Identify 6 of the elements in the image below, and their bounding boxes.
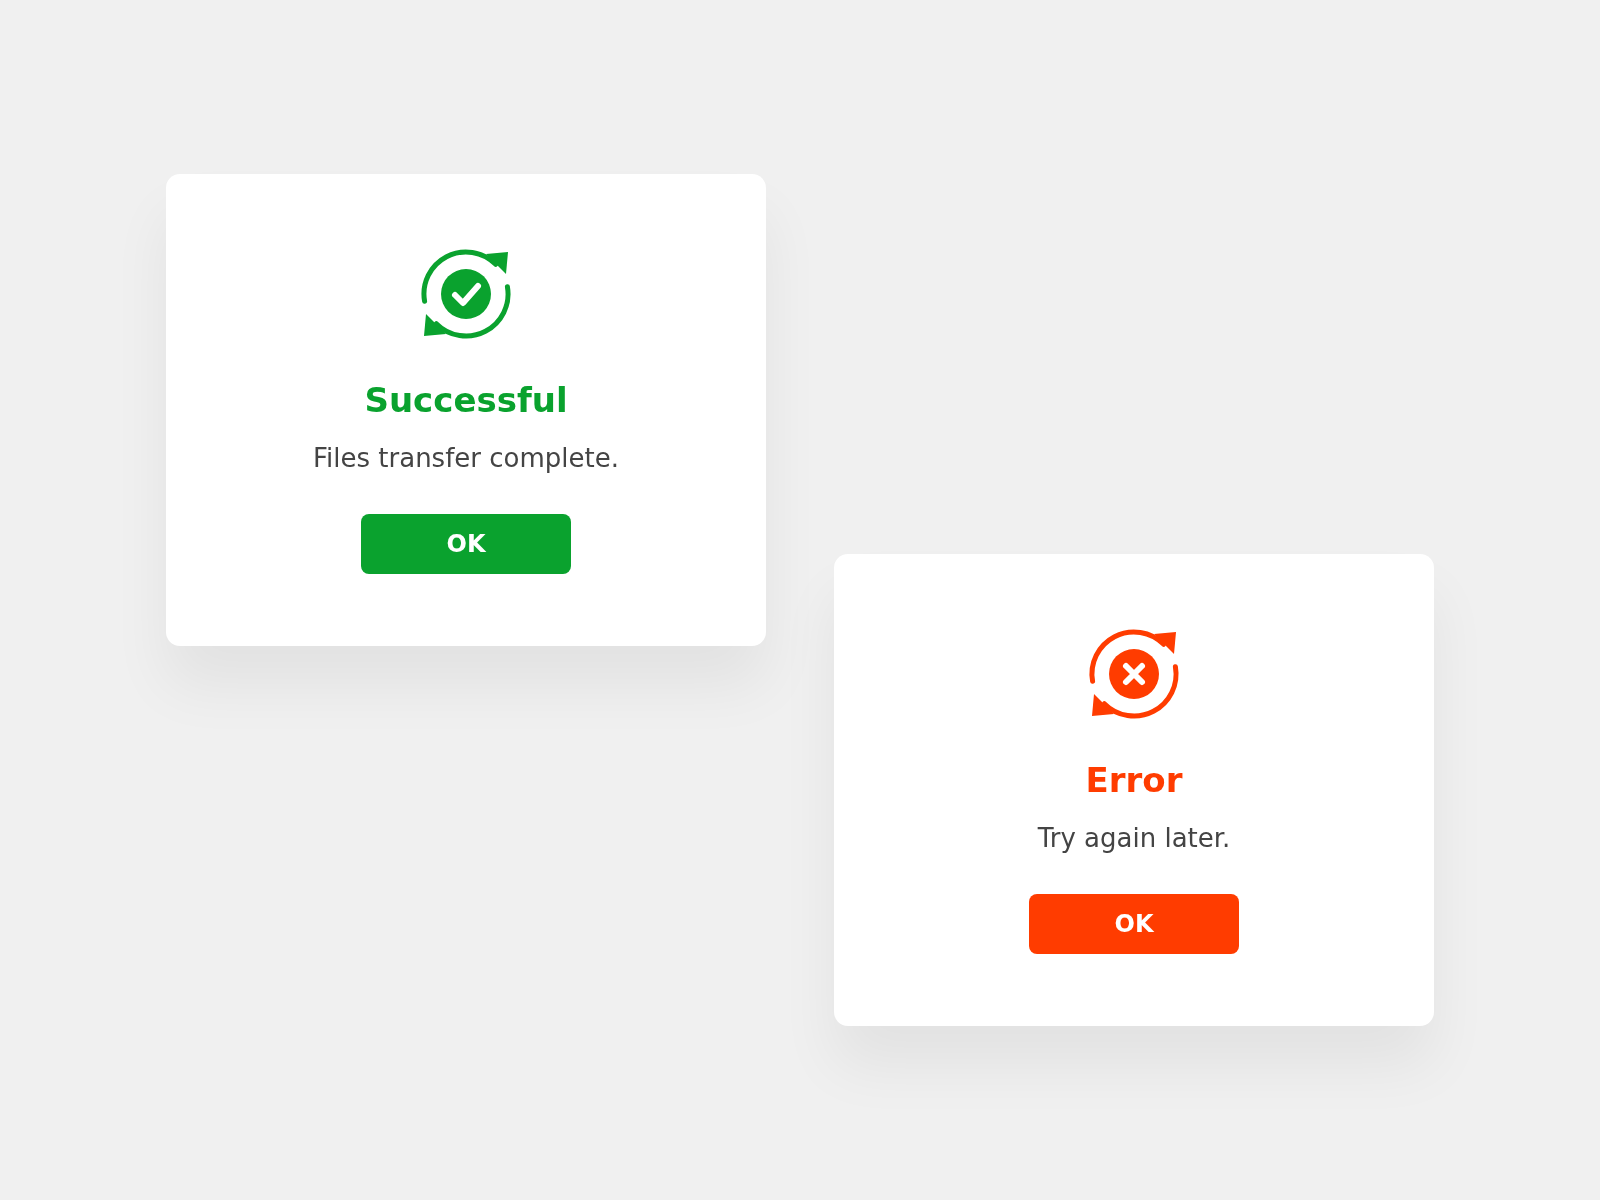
dialog-title: Error	[1085, 760, 1183, 800]
dialog-title: Successful	[364, 380, 568, 420]
dialog-message: Try again later.	[1037, 822, 1231, 854]
ok-button[interactable]: OK	[361, 514, 571, 574]
dialog-message: Files transfer complete.	[313, 442, 619, 474]
ok-button[interactable]: OK	[1029, 894, 1239, 954]
